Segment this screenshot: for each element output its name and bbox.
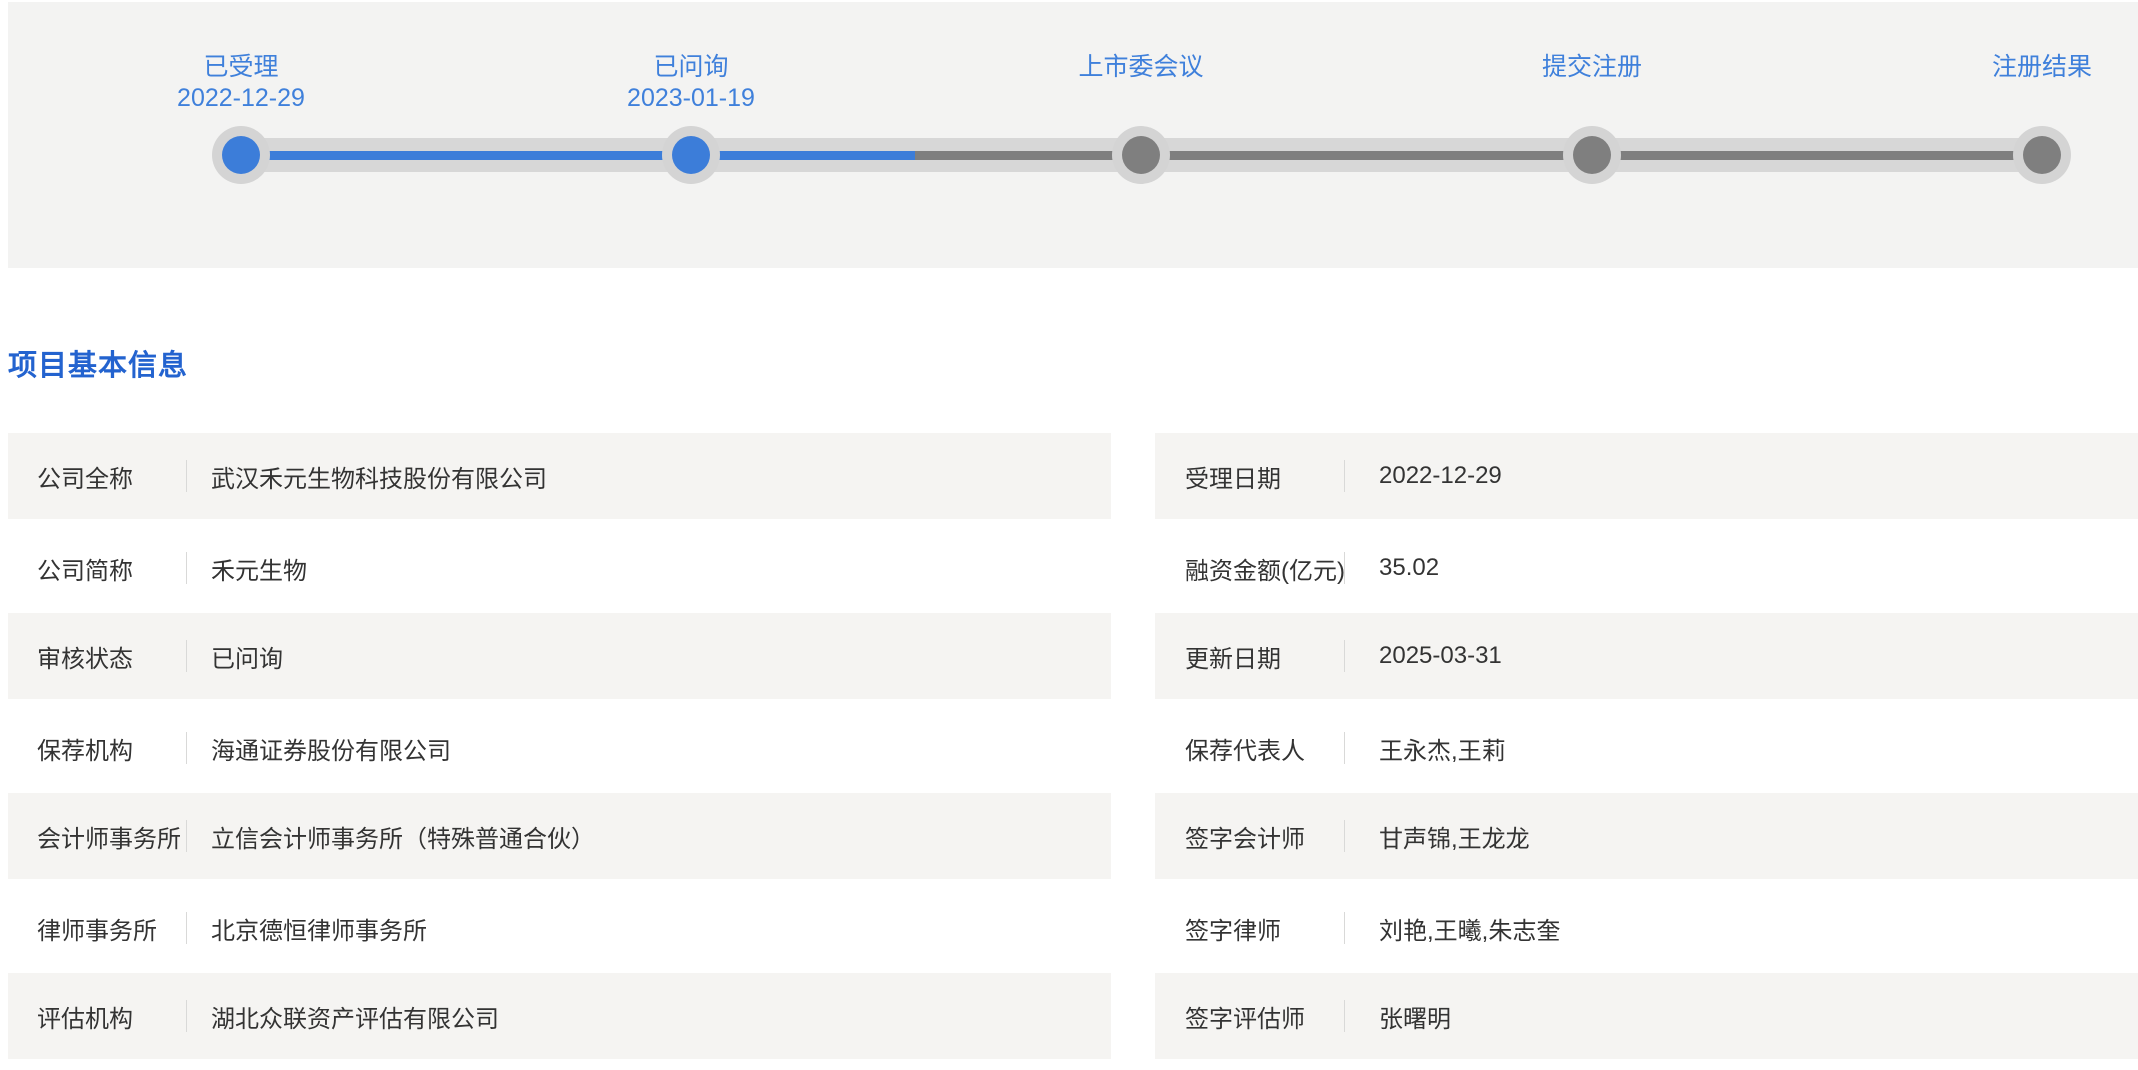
field-value: 刘艳,王曦,朱志奎 — [1379, 917, 1561, 945]
step-label: 上市委会议 — [1078, 53, 1204, 81]
info-row-review-status: 审核状态 已问询 — [8, 613, 1111, 703]
step-label: 提交注册 — [1541, 53, 1642, 81]
info-row-acceptance-date: 受理日期 2022-12-29 — [1155, 433, 2138, 523]
field-value: 湖北众联资产评估有限公司 — [211, 1005, 499, 1033]
field-value: 已问询 — [211, 645, 283, 673]
divider — [1344, 912, 1345, 944]
info-row-company-full-name: 公司全称 武汉禾元生物科技股份有限公司 — [8, 433, 1111, 523]
step-node-circle — [2013, 126, 2071, 184]
step-node-dot — [1122, 136, 1160, 174]
step-node-dot — [2023, 136, 2061, 174]
info-table-left: 公司全称 武汉禾元生物科技股份有限公司 公司简称 禾元生物 审核状态 已问询 保… — [8, 433, 1111, 1063]
timeline-step-committee-meeting: 上市委会议 — [1031, 2, 1251, 184]
field-value: 甘声锦,王龙龙 — [1379, 825, 1530, 853]
info-row-signing-accountants: 签字会计师 甘声锦,王龙龙 — [1155, 793, 2138, 883]
timeline-step-accepted: 已受理 2022-12-29 — [131, 2, 351, 184]
timeline-remaining-line — [915, 151, 2043, 160]
field-label: 审核状态 — [37, 645, 133, 673]
info-row-sponsor-representatives: 保荐代表人 王永杰,王莉 — [1155, 703, 2138, 793]
timeline-banner: 已受理 2022-12-29 已问询 2023-01-19 上市委会议 提交注册… — [8, 2, 2138, 268]
field-label: 签字评估师 — [1185, 1005, 1305, 1033]
field-value: 王永杰,王莉 — [1379, 737, 1506, 765]
field-label: 保荐代表人 — [1185, 737, 1305, 765]
step-node-dot — [1573, 136, 1611, 174]
field-label: 公司简称 — [37, 557, 133, 585]
step-label: 已问询 — [653, 53, 729, 81]
field-value: 立信会计师事务所（特殊普通合伙） — [211, 825, 595, 853]
field-value: 2022-12-29 — [1379, 462, 1502, 489]
step-label: 已受理 — [203, 53, 279, 81]
step-node-circle — [662, 126, 720, 184]
field-value: 北京德恒律师事务所 — [211, 917, 427, 945]
info-row-signing-appraiser: 签字评估师 张曙明 — [1155, 973, 2138, 1063]
field-value: 张曙明 — [1379, 1005, 1451, 1033]
field-value: 武汉禾元生物科技股份有限公司 — [211, 465, 547, 493]
divider — [1344, 460, 1345, 492]
divider — [1344, 1000, 1345, 1032]
step-node-dot — [222, 136, 260, 174]
step-node-circle — [1112, 126, 1170, 184]
info-row-signing-lawyers: 签字律师 刘艳,王曦,朱志奎 — [1155, 883, 2138, 973]
divider — [1344, 820, 1345, 852]
divider — [186, 552, 187, 584]
field-value: 2025-03-31 — [1379, 642, 1502, 669]
field-label: 更新日期 — [1185, 645, 1281, 673]
step-node-circle — [1563, 126, 1621, 184]
info-row-sponsor-institution: 保荐机构 海通证券股份有限公司 — [8, 703, 1111, 793]
section-title-project-basic-info: 项目基本信息 — [8, 350, 189, 382]
info-row-company-short-name: 公司简称 禾元生物 — [8, 523, 1111, 613]
step-label: 注册结果 — [1991, 53, 2092, 81]
divider — [186, 1000, 187, 1032]
info-row-law-firm: 律师事务所 北京德恒律师事务所 — [8, 883, 1111, 973]
field-label: 律师事务所 — [37, 917, 157, 945]
timeline-progress-line — [241, 151, 915, 160]
divider — [186, 640, 187, 672]
field-value: 35.02 — [1379, 554, 1440, 581]
divider — [186, 732, 187, 764]
divider — [1344, 732, 1345, 764]
step-date: 2023-01-19 — [627, 84, 755, 112]
timeline-step-submit-registration: 提交注册 — [1482, 2, 1702, 184]
divider — [186, 820, 187, 852]
timeline-step-inquired: 已问询 2023-01-19 — [581, 2, 801, 184]
field-label: 公司全称 — [37, 465, 133, 493]
step-date: 2022-12-29 — [177, 84, 305, 112]
timeline-step-registration-result: 注册结果 — [1932, 2, 2138, 184]
info-row-accounting-firm: 会计师事务所 立信会计师事务所（特殊普通合伙） — [8, 793, 1111, 883]
info-row-financing-amount: 融资金额(亿元) 35.02 — [1155, 523, 2138, 613]
divider — [186, 460, 187, 492]
field-label: 签字律师 — [1185, 917, 1281, 945]
step-node-circle — [212, 126, 270, 184]
info-row-appraisal-institution: 评估机构 湖北众联资产评估有限公司 — [8, 973, 1111, 1063]
field-label: 会计师事务所 — [37, 825, 181, 853]
field-value: 禾元生物 — [211, 557, 307, 585]
field-label: 保荐机构 — [37, 737, 133, 765]
field-label: 融资金额(亿元) — [1185, 557, 1345, 585]
field-label: 签字会计师 — [1185, 825, 1305, 853]
info-row-update-date: 更新日期 2025-03-31 — [1155, 613, 2138, 703]
info-table-right: 受理日期 2022-12-29 融资金额(亿元) 35.02 更新日期 2025… — [1155, 433, 2138, 1063]
field-value: 海通证券股份有限公司 — [211, 737, 451, 765]
divider — [186, 912, 187, 944]
field-label: 受理日期 — [1185, 465, 1281, 493]
field-label: 评估机构 — [37, 1005, 133, 1033]
divider — [1344, 640, 1345, 672]
divider — [1344, 552, 1345, 584]
step-node-dot — [672, 136, 710, 174]
